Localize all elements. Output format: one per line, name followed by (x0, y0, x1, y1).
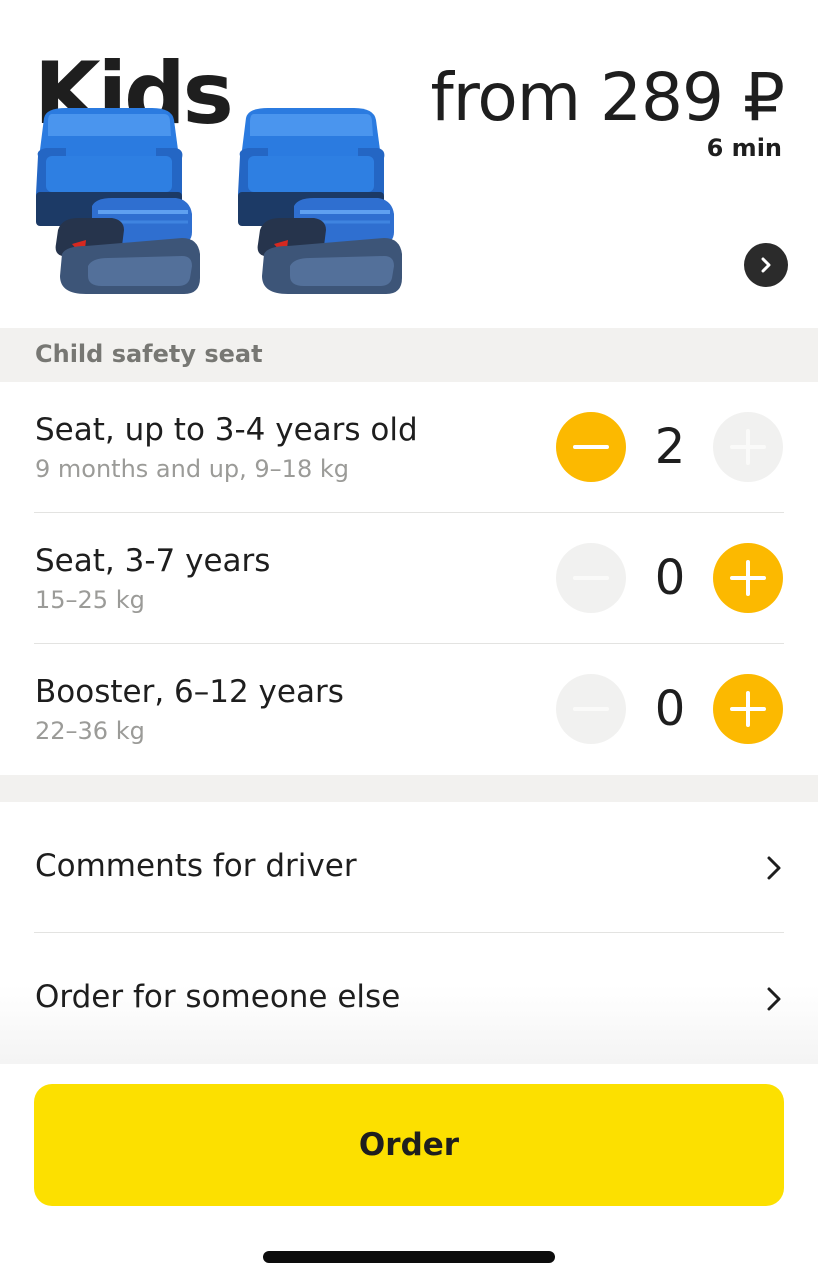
section-header: Child safety seat (0, 328, 818, 382)
decrement-button[interactable] (556, 674, 626, 744)
increment-button[interactable] (713, 543, 783, 613)
option-label: Order for someone else (35, 979, 401, 1015)
seat-option-title: Booster, 6–12 years (35, 674, 344, 710)
increment-button[interactable] (713, 412, 783, 482)
seat-count: 0 (654, 550, 686, 606)
plus-icon (730, 691, 766, 727)
tariff-info-button[interactable] (744, 243, 788, 287)
child-car-seat-icon (34, 106, 202, 296)
tariff-price: from 289 ₽ (430, 59, 785, 136)
seat-option-title: Seat, 3-7 years (35, 543, 271, 579)
decrement-button[interactable] (556, 543, 626, 613)
plus-icon (730, 429, 766, 465)
section-title: Child safety seat (35, 340, 263, 368)
increment-button[interactable] (713, 674, 783, 744)
plus-icon (730, 560, 766, 596)
minus-icon (573, 445, 609, 449)
minus-icon (573, 576, 609, 580)
seat-option-subtitle: 15–25 kg (35, 586, 145, 614)
comments-for-driver-row[interactable]: Comments for driver (0, 802, 818, 933)
home-indicator[interactable] (263, 1251, 555, 1263)
seat-option-row: Booster, 6–12 years 22–36 kg 0 (0, 644, 818, 775)
tariff-header: Kids from 289 ₽ 6 min (0, 0, 818, 328)
decrement-button[interactable] (556, 412, 626, 482)
seat-option-row: Seat, up to 3-4 years old 9 months and u… (0, 382, 818, 513)
order-for-someone-else-row[interactable]: Order for someone else (0, 933, 818, 1064)
seat-option-subtitle: 22–36 kg (35, 717, 145, 745)
chevron-right-icon (767, 987, 781, 1011)
option-label: Comments for driver (35, 848, 357, 884)
minus-icon (573, 707, 609, 711)
order-button[interactable]: Order (34, 1084, 784, 1206)
seat-count: 0 (654, 681, 686, 737)
chevron-right-icon (761, 257, 771, 273)
seat-option-row: Seat, 3-7 years 15–25 kg 0 (0, 513, 818, 644)
section-gap (0, 775, 818, 802)
eta-label: 6 min (706, 134, 782, 162)
seat-option-title: Seat, up to 3-4 years old (35, 412, 418, 448)
seat-count: 2 (654, 419, 686, 475)
child-car-seat-icon (236, 106, 404, 296)
chevron-right-icon (767, 856, 781, 880)
seat-option-subtitle: 9 months and up, 9–18 kg (35, 455, 349, 483)
